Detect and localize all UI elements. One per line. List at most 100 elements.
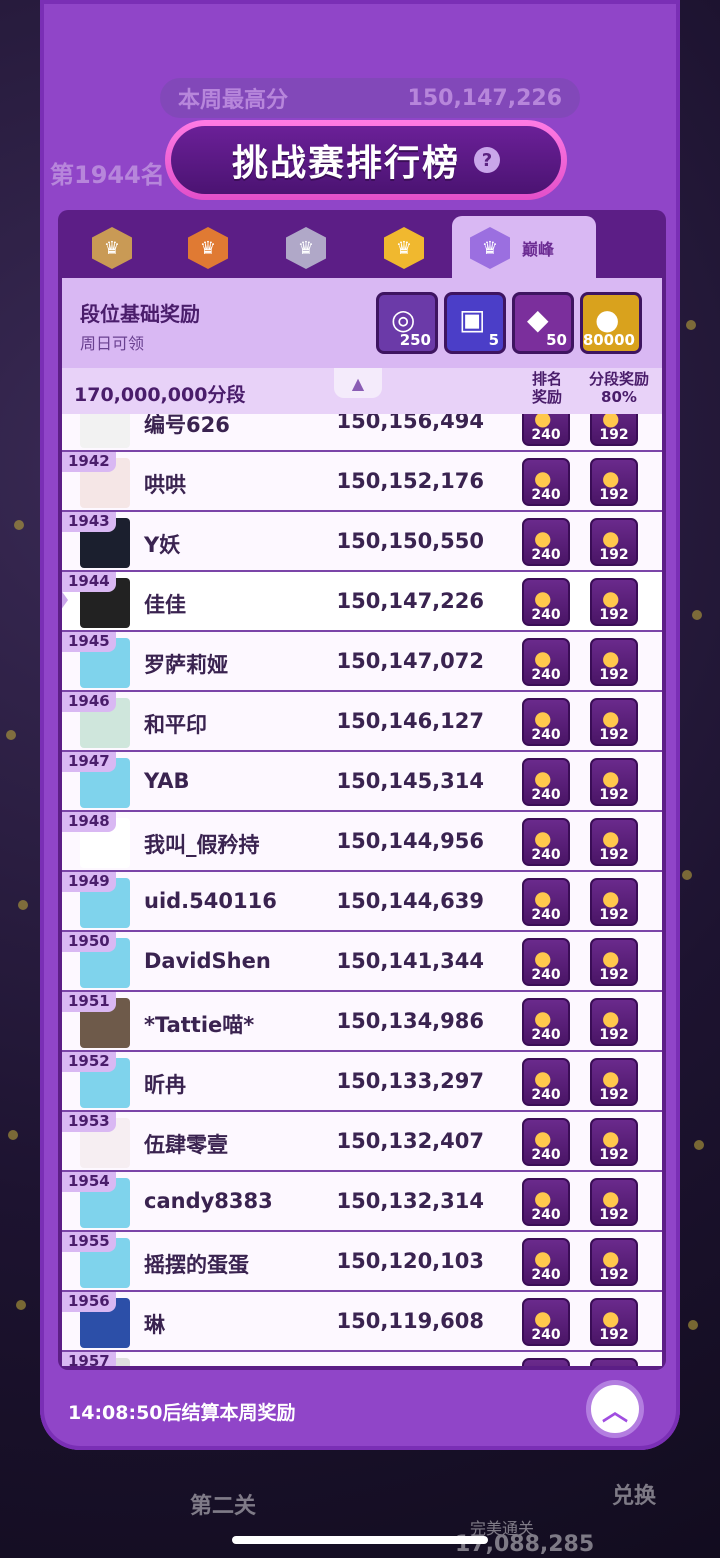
- coin-stack-icon: ●: [602, 526, 620, 550]
- coin-stack-icon: ●: [534, 1066, 552, 1090]
- table-row[interactable]: 1956 琳 150,119,608 ● 240 ● 192: [62, 1292, 662, 1352]
- tab-silver[interactable]: ♛: [256, 216, 356, 280]
- coin-stack-icon: ●: [602, 886, 620, 910]
- rank-reward-button[interactable]: ● 240: [522, 878, 570, 926]
- player-name: 摇摆的蛋蛋: [144, 1253, 249, 1277]
- table-row[interactable]: 1942 哄哄 150,152,176 ● 240 ● 192: [62, 452, 662, 512]
- table-row[interactable]: 1943 Y妖 150,150,550 ● 240 ● 192: [62, 512, 662, 572]
- table-row[interactable]: 1945 罗萨莉娅 150,147,072 ● 240 ● 192: [62, 632, 662, 692]
- tier-reward-header-line1: 分段奖励: [588, 370, 649, 388]
- collapse-button[interactable]: ▲: [334, 368, 382, 398]
- reward-count: 5: [488, 331, 499, 349]
- coin-stack-icon: ●: [602, 1006, 620, 1030]
- tier-reward-button[interactable]: ● 192: [590, 414, 638, 446]
- tier-reward-button[interactable]: ● 192: [590, 638, 638, 686]
- tab-orange[interactable]: ♛: [158, 216, 258, 280]
- table-row[interactable]: 1952 昕冉 150,133,297 ● 240 ● 192: [62, 1052, 662, 1112]
- home-indicator[interactable]: [232, 1536, 488, 1544]
- player-name: DavidShen: [144, 949, 271, 973]
- tier-reward-button[interactable]: ● 192: [590, 1238, 638, 1286]
- rank-reward-button[interactable]: ● 240: [522, 638, 570, 686]
- rank-reward-button[interactable]: ● 240: [522, 758, 570, 806]
- reward-purple-gems[interactable]: ◆ 50: [512, 292, 574, 354]
- tier-reward-button[interactable]: ● 192: [590, 878, 638, 926]
- rank-number: 1953: [62, 1112, 116, 1132]
- rank-reward-button[interactable]: ● 240: [522, 518, 570, 566]
- rank-reward-button[interactable]: ● 240: [522, 1178, 570, 1226]
- table-row[interactable]: 1950 DavidShen 150,141,344 ● 240 ● 192: [62, 932, 662, 992]
- help-icon[interactable]: ?: [474, 147, 500, 173]
- tier-reward-button[interactable]: ● 192: [590, 1058, 638, 1106]
- table-row[interactable]: 1953 伍肆零壹 150,132,407 ● 240 ● 192: [62, 1112, 662, 1172]
- coin-stack-icon: ●: [602, 766, 620, 790]
- tier-reward-button[interactable]: ●: [590, 1358, 638, 1366]
- rank-number: 1952: [62, 1052, 116, 1072]
- table-row[interactable]: 1944 佳佳 150,147,226 ● 240 ● 192: [62, 572, 662, 632]
- coin-stack-icon: ●: [534, 646, 552, 670]
- rank-number: 1945: [62, 632, 116, 652]
- reward-gold-coins[interactable]: ● 80000: [580, 292, 642, 354]
- coin-stack-icon: ●: [602, 1246, 620, 1270]
- table-row[interactable]: 1951 *Tattie喵* 150,134,986 ● 240 ● 192: [62, 992, 662, 1052]
- reward-photo-card[interactable]: ▣ 5: [444, 292, 506, 354]
- rank-reward-button[interactable]: ● 240: [522, 998, 570, 1046]
- tier-reward-header: 分段奖励 80%: [574, 370, 664, 406]
- table-row[interactable]: 1957 ● ●: [62, 1352, 662, 1366]
- rank-number: 1951: [62, 992, 116, 1012]
- coin-stack-icon: ●: [534, 886, 552, 910]
- tab-bronze[interactable]: ♛: [62, 216, 162, 280]
- table-row[interactable]: 1947 YAB 150,145,314 ● 240 ● 192: [62, 752, 662, 812]
- player-score: 150,120,103: [336, 1249, 484, 1273]
- coin-stack-icon: ●: [534, 946, 552, 970]
- table-row[interactable]: 1946 和平印 150,146,127 ● 240 ● 192: [62, 692, 662, 752]
- rank-reward-button[interactable]: ● 240: [522, 1298, 570, 1346]
- rank-reward-button[interactable]: ● 240: [522, 414, 570, 446]
- reward-purple-coins[interactable]: ◎ 250: [376, 292, 438, 354]
- player-name: 佳佳: [144, 593, 186, 617]
- player-score: 150,150,550: [336, 529, 484, 553]
- tier-reward-button[interactable]: ● 192: [590, 1118, 638, 1166]
- tier-reward-button[interactable]: ● 192: [590, 518, 638, 566]
- tab-peak[interactable]: ♛ 巅峰: [452, 216, 596, 280]
- background-best-box: 本周最高分 150,147,226: [160, 78, 580, 118]
- player-name: 昕冉: [144, 1073, 186, 1097]
- tier-reward-header-line2: 80%: [601, 388, 637, 406]
- table-row[interactable]: 1954 candy8383 150,132,314 ● 240 ● 192: [62, 1172, 662, 1232]
- tier-reward-button[interactable]: ● 192: [590, 458, 638, 506]
- table-row[interactable]: 1948 我叫_假矜持 150,144,956 ● 240 ● 192: [62, 812, 662, 872]
- tab-gold[interactable]: ♛: [354, 216, 454, 280]
- photo-card-icon: ▣: [459, 303, 486, 336]
- coin-stack-icon: ●: [602, 466, 620, 490]
- rewards-subtitle: 周日可领: [80, 334, 145, 353]
- rank-reward-button[interactable]: ● 240: [522, 818, 570, 866]
- tier-reward-button[interactable]: ● 192: [590, 1178, 638, 1226]
- table-row[interactable]: 编号626 150,156,494 ● 240 ● 192: [62, 414, 662, 452]
- rank-reward-button[interactable]: ● 240: [522, 938, 570, 986]
- player-score: 150,156,494: [336, 414, 484, 433]
- rank-reward-button[interactable]: ● 240: [522, 458, 570, 506]
- tier-reward-button[interactable]: ● 192: [590, 938, 638, 986]
- orange-crown-badge-icon: ♛: [188, 227, 228, 269]
- tier-reward-button[interactable]: ● 192: [590, 758, 638, 806]
- rank-reward-button[interactable]: ●: [522, 1358, 570, 1366]
- tier-reward-button[interactable]: ● 192: [590, 998, 638, 1046]
- rank-reward-button[interactable]: ● 240: [522, 1118, 570, 1166]
- rank-reward-button[interactable]: ● 240: [522, 698, 570, 746]
- tier-reward-button[interactable]: ● 192: [590, 578, 638, 626]
- table-row[interactable]: 1949 uid.540116 150,144,639 ● 240 ● 192: [62, 872, 662, 932]
- player-name: 和平印: [144, 713, 207, 737]
- tier-reward-button[interactable]: ● 192: [590, 698, 638, 746]
- rank-reward-button[interactable]: ● 240: [522, 1238, 570, 1286]
- rank-reward-button[interactable]: ● 240: [522, 578, 570, 626]
- rank-number: 1948: [62, 812, 116, 832]
- reward-count: 50: [546, 331, 567, 349]
- rank-reward-button[interactable]: ● 240: [522, 1058, 570, 1106]
- table-row[interactable]: 1955 摇摆的蛋蛋 150,120,103 ● 240 ● 192: [62, 1232, 662, 1292]
- tier-reward-button[interactable]: ● 192: [590, 818, 638, 866]
- coin-stack-icon: ●: [534, 526, 552, 550]
- rank-number: 1942: [62, 452, 116, 472]
- player-name: uid.540116: [144, 889, 277, 913]
- tier-reward-button[interactable]: ● 192: [590, 1298, 638, 1346]
- ranking-list[interactable]: 编号626 150,156,494 ● 240 ● 192 1942 哄哄 15…: [62, 414, 662, 1366]
- rank-number: 1944: [62, 572, 116, 592]
